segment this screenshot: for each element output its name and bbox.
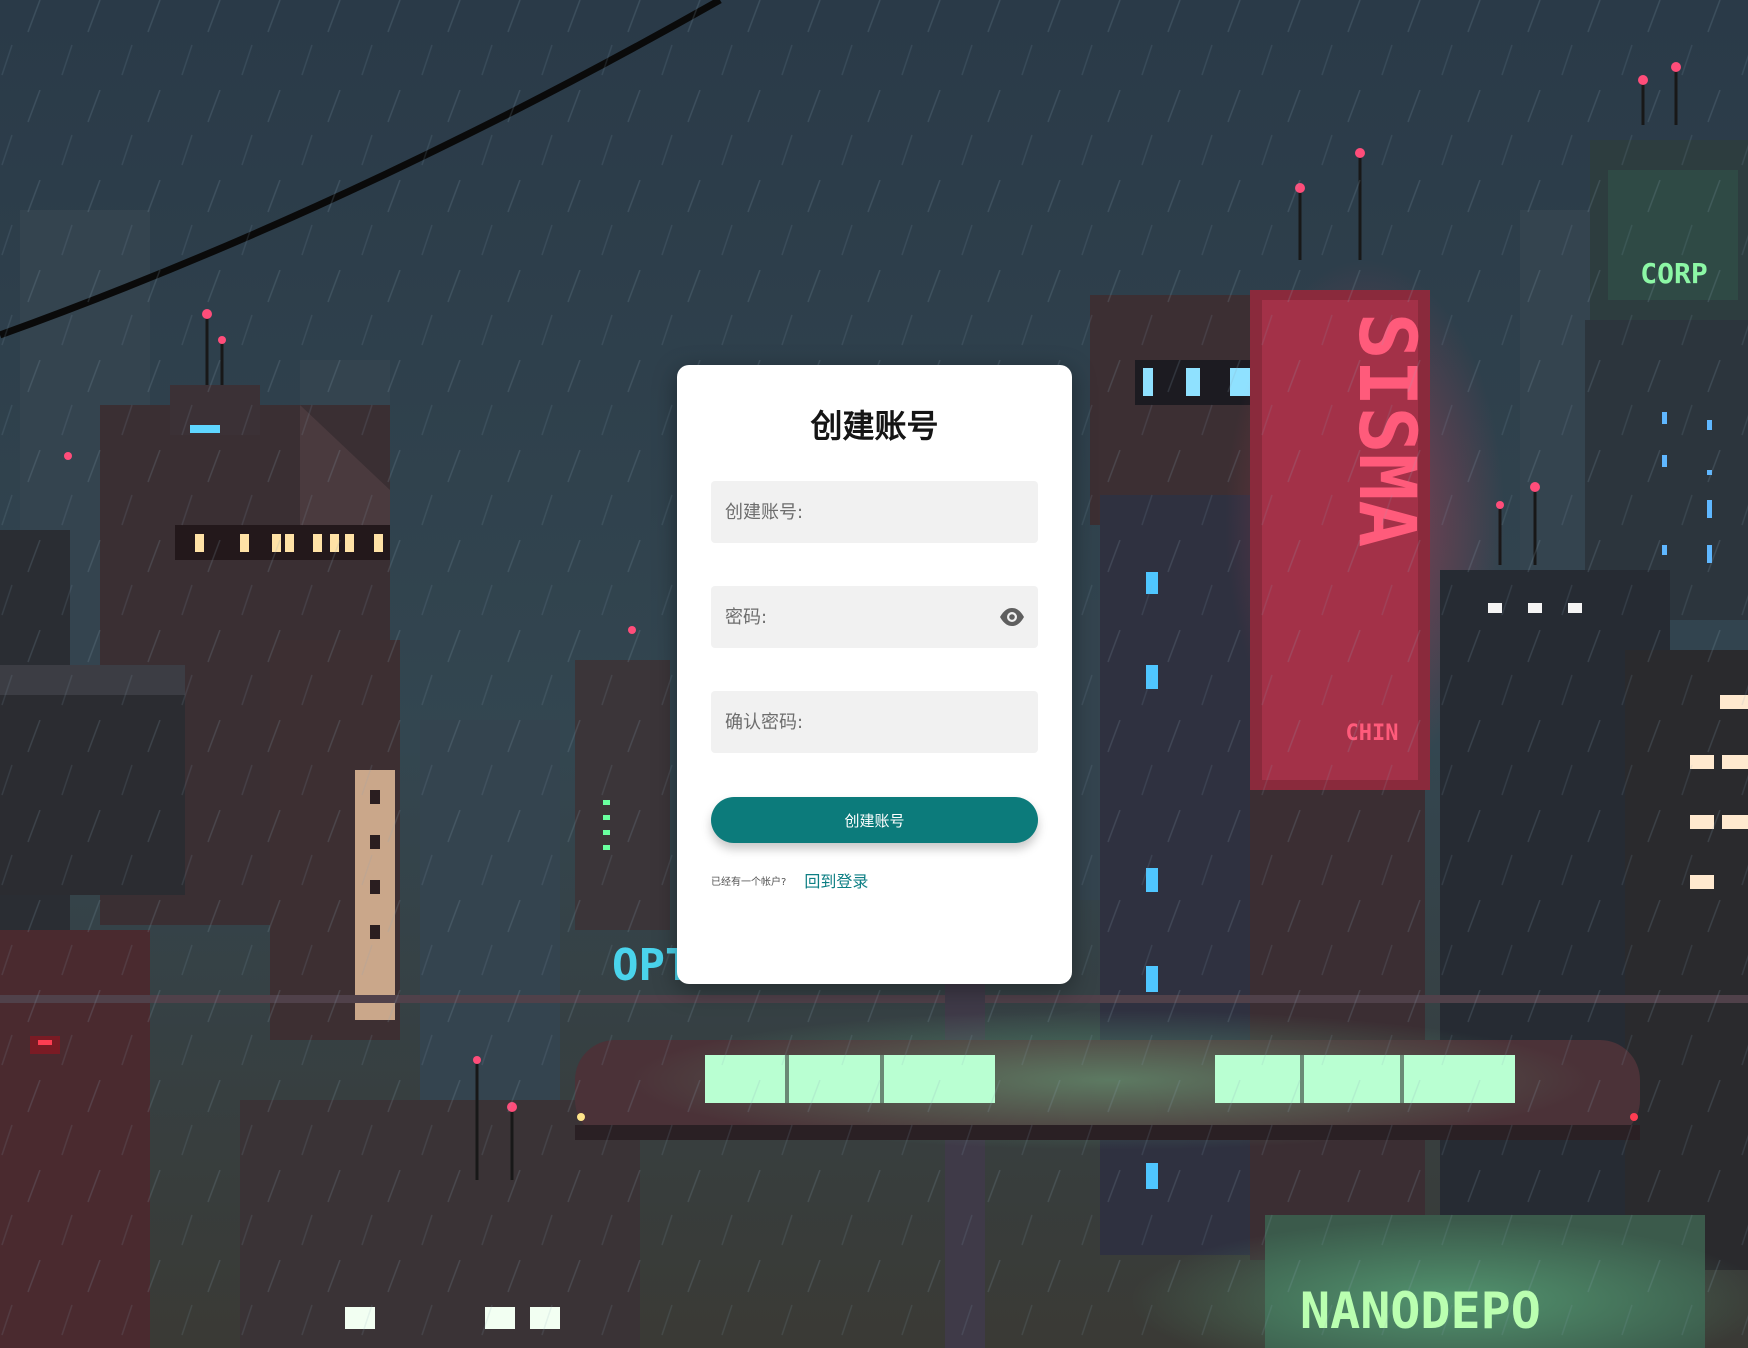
username-input[interactable] [711, 481, 1038, 543]
password-input[interactable] [711, 586, 1038, 648]
back-to-login-link[interactable]: 回到登录 [804, 868, 868, 892]
confirm-password-field[interactable] [711, 691, 1038, 753]
username-field[interactable] [711, 481, 1038, 543]
have-account-text: 已经有一个帐户? [711, 876, 787, 888]
page-title: 创建账号 [810, 407, 939, 445]
register-card: 创建账号 创建账号 已经有一个帐户? 回到登录 [677, 365, 1072, 984]
create-account-button[interactable]: 创建账号 [711, 797, 1038, 843]
confirm-password-input[interactable] [711, 691, 1038, 753]
login-prompt: 已经有一个帐户? 回到登录 [711, 868, 868, 892]
eye-icon[interactable] [998, 604, 1026, 630]
password-field[interactable] [711, 586, 1038, 648]
